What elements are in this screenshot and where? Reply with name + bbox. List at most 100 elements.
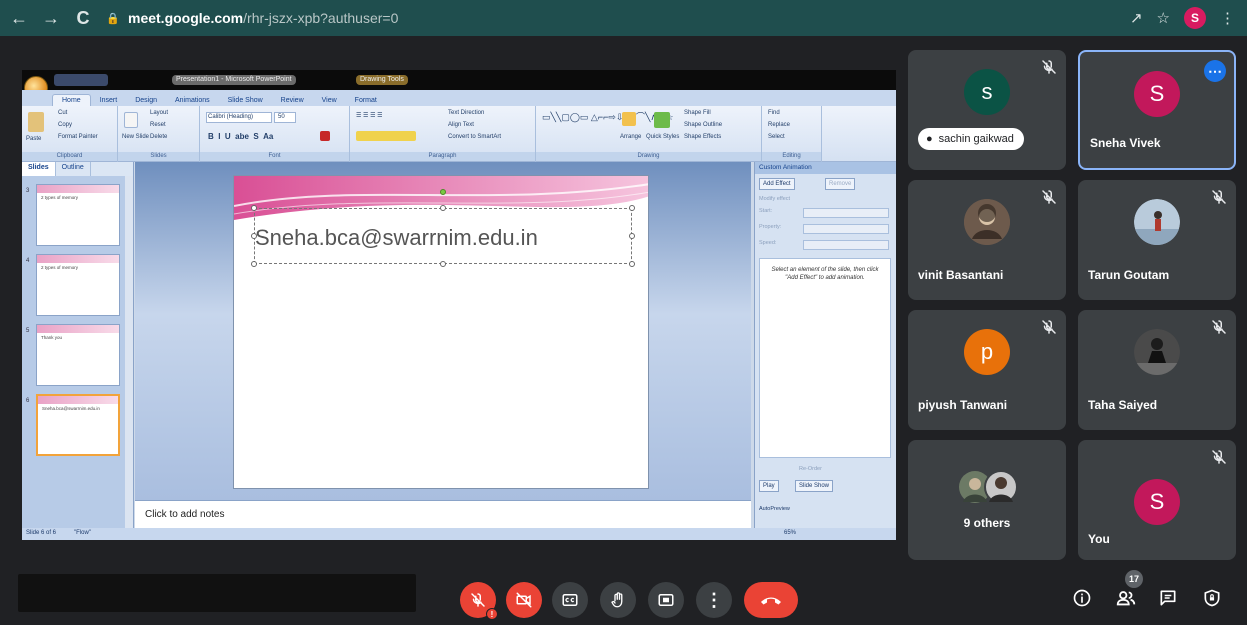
others-count: 9 others — [963, 516, 1011, 530]
participant-tile[interactable]: Tarun Goutam — [1078, 180, 1236, 300]
warning-icon: ! — [486, 608, 498, 620]
reset-label: Reset — [150, 122, 166, 128]
forward-arrow-icon[interactable]: → — [38, 5, 64, 31]
others-tile[interactable]: 9 others — [908, 440, 1066, 560]
participant-name: Sneha Vivek — [1090, 136, 1161, 150]
new-slide-icon — [124, 112, 138, 128]
star-icon[interactable]: ☆ — [1157, 9, 1170, 27]
participant-name: sachin gaikwad — [938, 133, 1014, 145]
slide-canvas: Sneha.bca@swarrnim.edu.in — [135, 162, 751, 500]
shield-lock-icon — [1204, 589, 1220, 607]
thumb-number: 5 — [26, 328, 30, 334]
slide-count: Slide 6 of 6 — [26, 530, 57, 536]
camera-toggle-button[interactable] — [506, 582, 542, 618]
hang-up-icon — [761, 597, 781, 605]
shape-effects-label: Shape Effects — [684, 134, 722, 140]
raise-hand-button[interactable] — [600, 582, 636, 618]
captions-button[interactable] — [552, 582, 588, 618]
avatar-photo — [964, 199, 1010, 245]
font-style-buttons: B I U abe S Aa — [208, 132, 274, 141]
remove-button: Remove — [825, 178, 856, 190]
participant-tile[interactable]: p piyush Tanwani — [908, 310, 1066, 430]
mic-off-icon — [471, 593, 485, 607]
profile-avatar[interactable]: S — [1184, 7, 1206, 29]
group-label: Paragraph — [350, 152, 535, 161]
participant-tile-active-speaker[interactable]: S ⋯ Sneha Vivek — [1078, 50, 1236, 170]
participant-name: piyush Tanwani — [918, 398, 1008, 412]
font-size: 50 — [278, 114, 285, 120]
host-controls-button[interactable] — [1198, 584, 1226, 612]
add-effect-button: Add Effect — [759, 178, 795, 190]
ribbon-tabs: Home Insert Design Animations Slide Show… — [22, 90, 896, 106]
slide-thumbnail: Thank you — [36, 324, 120, 386]
people-count-badge: 17 — [1125, 570, 1143, 588]
slide-thumbnail: 2 types of memory — [36, 184, 120, 246]
participant-tile[interactable]: Taha Saiyed — [1078, 310, 1236, 430]
hand-icon — [611, 592, 623, 608]
ribbon-tab: View — [321, 97, 337, 104]
participant-tile[interactable]: s ● sachin gaikwad — [908, 50, 1066, 170]
menu-dots-icon[interactable]: ⋮ — [1220, 9, 1235, 27]
group-label: Clipboard — [22, 152, 117, 161]
avatar-photo — [1134, 199, 1180, 245]
more-options-icon[interactable]: ⋯ — [1204, 60, 1226, 82]
more-options-button[interactable]: ⋮ — [696, 582, 732, 618]
participant-name: vinit Basantani — [918, 268, 1004, 282]
group-label: Drawing — [536, 152, 761, 161]
share-icon[interactable]: ↗ — [1130, 9, 1143, 27]
list-buttons: ☰ ☰ ☰ ☰ — [356, 113, 383, 119]
chat-button[interactable] — [1154, 584, 1182, 612]
clipboard-group: Paste Cut Copy Format Painter Clipboard — [22, 106, 118, 162]
reload-icon[interactable]: C — [70, 5, 96, 31]
zoom-level: 65% — [784, 530, 797, 536]
participant-tile[interactable]: vinit Basantani — [908, 180, 1066, 300]
layout-label: Layout — [150, 110, 169, 116]
slide-thumbnail-selected: Sneha.bca@swarrnim.edu.in — [36, 394, 120, 456]
chat-icon — [1160, 590, 1176, 606]
address-bar[interactable]: 🔒 meet.google.com /rhr-jszx-xpb?authuser… — [106, 5, 1106, 31]
present-now-button[interactable] — [648, 582, 684, 618]
theme-name: "Flow" — [74, 530, 91, 536]
format-painter-label: Format Painter — [58, 134, 98, 140]
avatar: S — [1134, 479, 1180, 525]
replace-label: Replace — [768, 122, 791, 128]
slide-thumbnail: 2 types of memory — [36, 254, 120, 316]
participant-name: Taha Saiyed — [1088, 398, 1158, 412]
property-label: Property: — [759, 224, 782, 230]
meeting-details-button[interactable] — [1068, 584, 1096, 612]
mic-off-icon — [1042, 320, 1056, 334]
ribbon-tab: Home — [52, 94, 91, 106]
self-tile[interactable]: S You — [1078, 440, 1236, 560]
selected-textbox: Sneha.bca@swarrnim.edu.in — [251, 189, 635, 267]
mic-toggle-button[interactable]: ! — [460, 582, 498, 620]
others-avatars — [959, 470, 1018, 504]
thumbnail-scrollbar — [125, 176, 133, 528]
camera-off-icon — [516, 592, 532, 608]
editing-group: Find Replace Select Editing — [762, 106, 822, 162]
participant-name: Tarun Goutam — [1088, 268, 1170, 282]
url-host: meet.google.com — [128, 10, 244, 26]
slides-panel: Slides Outline 3 2 types of memory 4 2 t… — [22, 162, 134, 528]
speed-label: Speed: — [759, 240, 777, 246]
lock-icon: 🔒 — [106, 13, 120, 25]
back-arrow-icon[interactable]: ← — [6, 5, 32, 31]
pinned-name-chip: ● sachin gaikwad — [918, 128, 1024, 150]
align-text-label: Align Text — [448, 122, 474, 128]
group-label: Font — [200, 152, 349, 161]
url-path: /rhr-jszx-xpb?authuser=0 — [243, 10, 399, 26]
select-label: Select — [768, 134, 785, 140]
shape-outline-label: Shape Outline — [684, 122, 723, 128]
align-buttons — [356, 131, 416, 141]
mic-off-icon — [1212, 450, 1226, 464]
speaking-icon: ● — [926, 133, 933, 145]
thumb-number: 6 — [26, 398, 30, 404]
mic-off-icon — [1212, 320, 1226, 334]
people-button[interactable] — [1112, 584, 1140, 612]
thumb-number: 4 — [26, 258, 30, 264]
slides-group: New Slide Layout Reset Delete Slides — [118, 106, 200, 162]
mic-off-icon — [1042, 60, 1056, 74]
leave-call-button[interactable] — [744, 582, 798, 618]
notes-placeholder: Click to add notes — [145, 509, 225, 520]
avatar: S — [1134, 71, 1180, 117]
people-icon — [1116, 591, 1136, 606]
